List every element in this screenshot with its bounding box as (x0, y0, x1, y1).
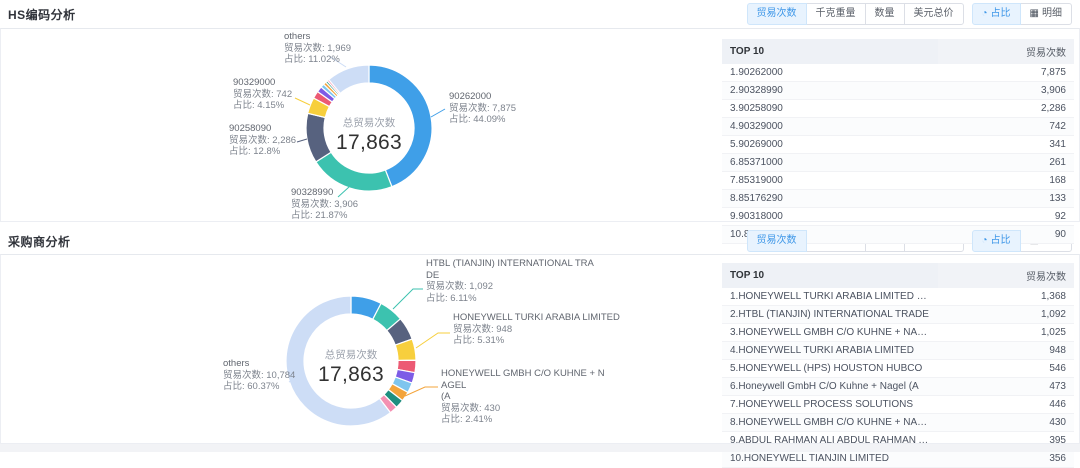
rank-name-cell: 4.90329000 (722, 118, 938, 136)
table-header-top10: TOP 10 (722, 263, 938, 288)
table-header-trade-count: 贸易次数 (938, 39, 1074, 64)
rank-name-cell: 1.90262000 (722, 64, 938, 82)
view-button-ratio-label: 占比 (991, 235, 1011, 247)
value-cell: 168 (938, 172, 1074, 190)
value-cell: 7,875 (938, 64, 1074, 82)
metric-toolbar: 贸易次数 千克重量 数量 美元总价 ◔ 占比 ▦ 明细 (747, 3, 1073, 25)
rank-name-cell: 8.HONEYWELL GMBH C/O KUHNE + NAGEL (A (722, 414, 938, 432)
view-button-detail-label: 明细 (1042, 8, 1062, 20)
page-title: HS编码分析 (8, 6, 76, 23)
callout-leader-line (297, 139, 307, 142)
hs-code-chart-panel: 总贸易次数 17,863 others 贸易次数: 1,969 占比: 11.0… (0, 28, 1080, 222)
rank-name-cell: 2.HTBL (TIANJIN) INTERNATIONAL TRADE (722, 306, 938, 324)
value-cell: 3,906 (938, 82, 1074, 100)
donut-slice[interactable] (306, 113, 331, 162)
table-row: 5.HONEYWELL (HPS) HOUSTON HUBCO546 (722, 360, 1074, 378)
table-row: 4.HONEYWELL TURKI ARABIA LIMITED948 (722, 342, 1074, 360)
callout-leader-line (393, 289, 423, 309)
rank-name-cell: 6.85371000 (722, 154, 938, 172)
value-cell: 1,092 (938, 306, 1074, 324)
table-header-trade-count: 贸易次数 (938, 263, 1074, 288)
pie-chart-icon: ◔ (982, 9, 988, 19)
hs-code-donut-chart (1, 29, 716, 221)
callout-leader-line (416, 333, 450, 348)
table-row: 10.HONEYWELL TIANJIN LIMITED356 (722, 450, 1074, 468)
value-cell: 446 (938, 396, 1074, 414)
table-header-top10: TOP 10 (722, 39, 938, 64)
donut-slice[interactable] (316, 152, 392, 191)
value-cell: 261 (938, 154, 1074, 172)
rank-name-cell: 6.Honeywell GmbH C/O Kuhne + Nagel (A (722, 378, 938, 396)
metric-button-usd-total[interactable]: 美元总价 (904, 3, 964, 25)
page-bottom-strip (0, 444, 1080, 452)
table-row: 6.85371000261 (722, 154, 1074, 172)
value-cell: 92 (938, 208, 1074, 226)
rank-name-cell: 10.HONEYWELL TIANJIN LIMITED (722, 450, 938, 468)
buyer-analysis-section: 采购商分析 贸易次数 千克重量 数量 美元总价 ◔ 占比 ▦ 明细 (0, 228, 1080, 444)
table-row: 6.Honeywell GmbH C/O Kuhne + Nagel (A473 (722, 378, 1074, 396)
table-row: 2.HTBL (TIANJIN) INTERNATIONAL TRADE1,09… (722, 306, 1074, 324)
value-cell: 473 (938, 378, 1074, 396)
hs-code-analysis-section: HS编码分析 贸易次数 千克重量 数量 美元总价 ◔ 占比 ▦ 明细 (0, 0, 1080, 222)
rank-name-cell: 7.HONEYWELL PROCESS SOLUTIONS (722, 396, 938, 414)
top10-table: TOP 10 贸易次数 1.902620007,8752.903289903,9… (722, 39, 1074, 244)
table-row: 7.HONEYWELL PROCESS SOLUTIONS446 (722, 396, 1074, 414)
table-header-row: TOP 10 贸易次数 (722, 263, 1074, 288)
value-cell: 1,025 (938, 324, 1074, 342)
table-grid-icon: ▦ (1030, 9, 1039, 19)
top10-table: TOP 10 贸易次数 1.HONEYWELL TURKI ARABIA LIM… (722, 263, 1074, 468)
metric-button-quantity[interactable]: 数量 (865, 3, 905, 25)
value-cell: 133 (938, 190, 1074, 208)
table-row: 5.90269000341 (722, 136, 1074, 154)
value-cell: 546 (938, 360, 1074, 378)
callout-leader-line (329, 56, 346, 67)
table-row: 9.9031800092 (722, 208, 1074, 226)
rank-name-cell: 7.85319000 (722, 172, 938, 190)
value-cell: 948 (938, 342, 1074, 360)
table-row: 1.902620007,875 (722, 64, 1074, 82)
metric-button-group: 贸易次数 千克重量 数量 美元总价 (747, 3, 964, 25)
table-row: 3.HONEYWELL GMBH C/O KUHNE + NAGEL1,025 (722, 324, 1074, 342)
rank-name-cell: 3.90258090 (722, 100, 938, 118)
rank-name-cell: 3.HONEYWELL GMBH C/O KUHNE + NAGEL (722, 324, 938, 342)
table-row: 2.903289903,906 (722, 82, 1074, 100)
table-row: 7.85319000168 (722, 172, 1074, 190)
value-cell: 2,286 (938, 100, 1074, 118)
value-cell: 1,368 (938, 288, 1074, 306)
page-title: 采购商分析 (8, 233, 71, 250)
table-row: 4.90329000742 (722, 118, 1074, 136)
view-button-ratio[interactable]: ◔ 占比 (972, 230, 1021, 252)
rank-name-cell: 9.90318000 (722, 208, 938, 226)
rank-name-cell: 1.HONEYWELL TURKI ARABIA LIMITED SAUD (722, 288, 938, 306)
section-header: HS编码分析 贸易次数 千克重量 数量 美元总价 ◔ 占比 ▦ 明细 (0, 0, 1080, 28)
table-row: 8.85176290133 (722, 190, 1074, 208)
metric-button-trade-count[interactable]: 贸易次数 (747, 230, 807, 252)
pie-chart-icon: ◔ (982, 236, 988, 246)
donut-slice[interactable] (369, 65, 432, 187)
rank-name-cell: 2.90328990 (722, 82, 938, 100)
value-cell: 430 (938, 414, 1074, 432)
callout-leader-line (295, 98, 310, 105)
value-cell: 341 (938, 136, 1074, 154)
buyer-donut-chart (1, 255, 716, 443)
rank-name-cell: 4.HONEYWELL TURKI ARABIA LIMITED (722, 342, 938, 360)
rank-name-cell: 8.85176290 (722, 190, 938, 208)
metric-button-kg-weight[interactable]: 千克重量 (806, 3, 866, 25)
value-cell: 742 (938, 118, 1074, 136)
view-button-ratio-label: 占比 (991, 8, 1011, 20)
value-cell: 356 (938, 450, 1074, 468)
rank-name-cell: 5.HONEYWELL (HPS) HOUSTON HUBCO (722, 360, 938, 378)
view-button-group: ◔ 占比 ▦ 明细 (972, 3, 1073, 25)
table-row: 1.HONEYWELL TURKI ARABIA LIMITED SAUD1,3… (722, 288, 1074, 306)
metric-button-trade-count[interactable]: 贸易次数 (747, 3, 807, 25)
table-row: 3.902580902,286 (722, 100, 1074, 118)
buyer-chart-panel: 总贸易次数 17,863 HTBL (TIANJIN) INTERNATIONA… (0, 254, 1080, 444)
view-button-detail[interactable]: ▦ 明细 (1020, 3, 1072, 25)
rank-name-cell: 5.90269000 (722, 136, 938, 154)
callout-leader-line (338, 187, 349, 197)
callout-leader-line (431, 109, 445, 117)
view-button-ratio[interactable]: ◔ 占比 (972, 3, 1021, 25)
table-row: 8.HONEYWELL GMBH C/O KUHNE + NAGEL (A430 (722, 414, 1074, 432)
table-header-row: TOP 10 贸易次数 (722, 39, 1074, 64)
